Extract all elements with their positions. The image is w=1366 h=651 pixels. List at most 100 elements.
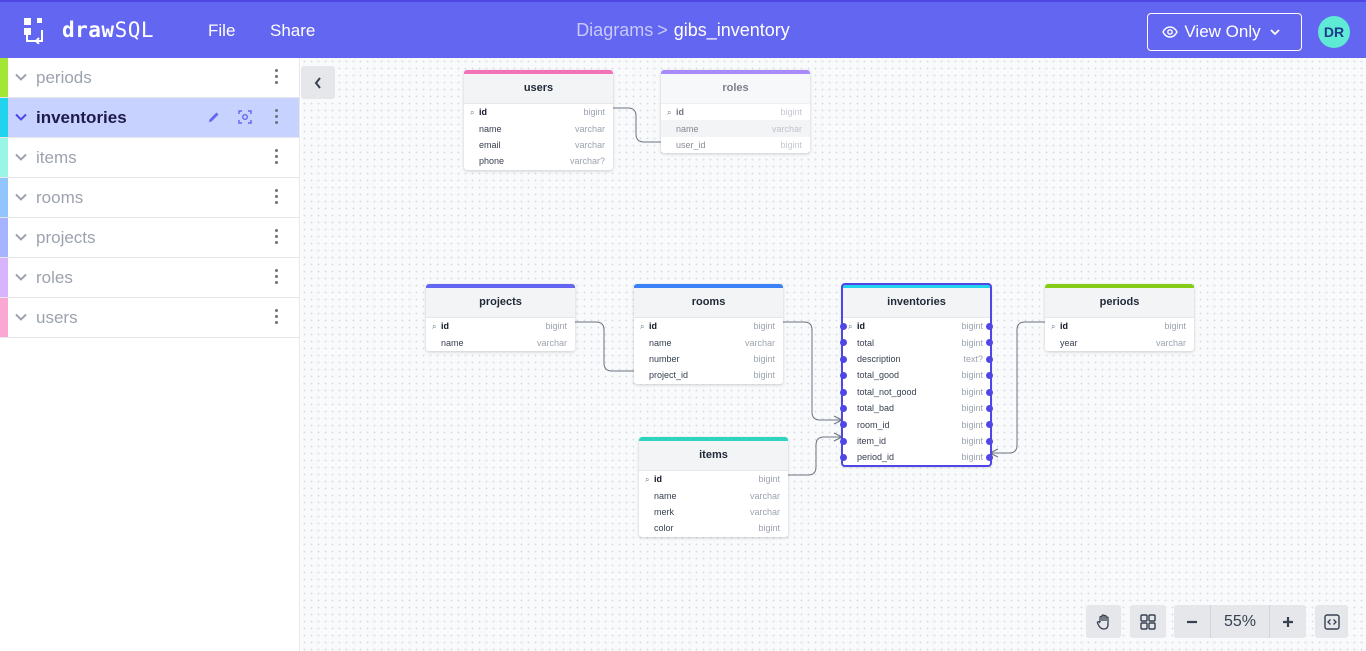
sidebar-item-items[interactable]: items [0,138,299,178]
column-row[interactable]: room_id bigint [840,416,993,432]
key-icon: ⌕ [1051,322,1056,331]
column-row[interactable]: year varchar [1045,334,1194,350]
column-row[interactable]: user_id bigint [661,137,810,153]
table-items[interactable]: items ⌕ id bigint name varchar merk varchar colo… [639,437,788,537]
column-type: text? [963,353,983,364]
column-name: room_id [857,419,890,430]
more-options-icon[interactable] [273,69,279,84]
sidebar-item-roles[interactable]: roles [0,258,299,298]
column-row[interactable]: ⌕ id bigint [1045,318,1194,334]
more-options-icon[interactable] [273,309,279,324]
sidebar-item-rooms[interactable]: rooms [0,178,299,218]
column-row[interactable]: name varchar [464,120,613,136]
collapse-sidebar-button[interactable] [301,66,335,99]
view-only-dropdown[interactable]: View Only [1147,13,1302,51]
column-row[interactable]: merk varchar [639,504,788,520]
focus-table-icon[interactable] [237,109,253,125]
column-row[interactable]: project_id bigint [634,367,783,383]
column-row[interactable]: ⌕ id bigint [426,318,575,334]
edit-icon[interactable] [206,109,222,125]
table-header[interactable]: roles [661,74,810,104]
column-row[interactable]: number bigint [634,351,783,367]
file-menu[interactable]: File [208,21,235,41]
chevron-down-icon[interactable] [14,190,28,204]
logo[interactable]: drawSQL [22,16,154,44]
table-header[interactable]: inventories [842,288,991,318]
column-name: total [857,337,875,348]
column-row[interactable]: ⌕ id bigint [661,104,810,120]
column-row[interactable]: ⌕ id bigint [639,471,788,487]
pan-tool-button[interactable] [1086,605,1121,638]
connector-dot [840,454,847,462]
column-row[interactable]: ⌕ id bigint [840,318,993,334]
chevron-down-icon[interactable] [14,270,28,284]
column-row[interactable]: name varchar [426,334,575,350]
table-users[interactable]: users ⌕ id bigint name varchar email varchar pho… [464,70,613,170]
key-icon: ⌕ [470,108,475,117]
column-row[interactable]: total bigint [840,334,993,350]
column-row[interactable]: phone varchar? [464,153,613,169]
column-row[interactable]: period_id bigint [840,449,993,465]
column-row[interactable]: name varchar [634,334,783,350]
layout-grid-button[interactable] [1130,605,1166,638]
table-projects[interactable]: projects ⌕ id bigint name varchar [426,284,575,351]
column-name: name [479,123,502,134]
column-row[interactable]: total_bad bigint [840,400,993,416]
table-color-bar [0,98,8,137]
column-row[interactable]: ⌕ id bigint [464,104,613,120]
column-type: bigint [583,107,605,118]
column-name: id [649,321,657,332]
chevron-down-icon[interactable] [14,310,28,324]
column-name: id [1060,321,1068,332]
more-options-icon[interactable] [273,229,279,244]
table-color-bar [0,218,8,257]
column-type: varchar [574,139,605,150]
more-options-icon[interactable] [273,109,279,124]
table-inventories[interactable]: inventories ⌕ id bigint total bigint descripti… [840,283,993,467]
column-row[interactable]: color bigint [639,520,788,536]
table-color-bar [0,298,8,337]
column-type: bigint [961,419,983,430]
connector-dot [840,355,847,363]
diagram-canvas[interactable] [301,58,1366,651]
column-row[interactable]: total_good bigint [840,367,993,383]
table-header[interactable]: items [639,441,788,471]
more-options-icon[interactable] [273,269,279,284]
table-header[interactable]: users [464,74,613,104]
chevron-down-icon[interactable] [14,110,28,124]
connector-dot [840,421,847,429]
code-view-button[interactable] [1315,605,1348,638]
more-options-icon[interactable] [273,149,279,164]
chevron-down-icon[interactable] [14,230,28,244]
sidebar-item-periods[interactable]: periods [0,58,299,98]
table-periods[interactable]: periods ⌕ id bigint year varchar [1045,284,1194,351]
sidebar-item-label: users [36,308,78,327]
sidebar-item-users[interactable]: users [0,298,299,338]
column-type: varchar [749,490,780,501]
table-roles[interactable]: roles ⌕ id bigint name varchar user_id bigint [661,70,810,154]
zoom-in-button[interactable] [1270,605,1306,638]
column-row[interactable]: email varchar [464,137,613,153]
breadcrumb-diagrams-link[interactable]: Diagrams [576,20,653,40]
column-row[interactable]: total_not_good bigint [840,384,993,400]
column-row[interactable]: name varchar [661,120,810,137]
table-rooms[interactable]: rooms ⌕ id bigint name varchar number bigint pro… [634,284,783,384]
share-menu[interactable]: Share [270,21,315,41]
table-header[interactable]: projects [426,288,575,318]
column-type: varchar [536,337,567,348]
column-row[interactable]: name varchar [639,487,788,503]
avatar[interactable]: DR [1318,16,1350,48]
breadcrumb-separator: > [657,20,668,40]
column-row[interactable]: item_id bigint [840,433,993,449]
column-row[interactable]: description text? [840,351,993,367]
sidebar-item-projects[interactable]: projects [0,218,299,258]
table-header[interactable]: periods [1045,288,1194,318]
sidebar-item-inventories[interactable]: inventories [0,98,299,138]
table-header[interactable]: rooms [634,288,783,318]
chevron-down-icon[interactable] [14,150,28,164]
chevron-down-icon[interactable] [14,70,28,84]
zoom-out-button[interactable] [1174,605,1210,638]
column-row[interactable]: ⌕ id bigint [634,318,783,334]
more-options-icon[interactable] [273,189,279,204]
logo-text: drawSQL [62,17,155,42]
